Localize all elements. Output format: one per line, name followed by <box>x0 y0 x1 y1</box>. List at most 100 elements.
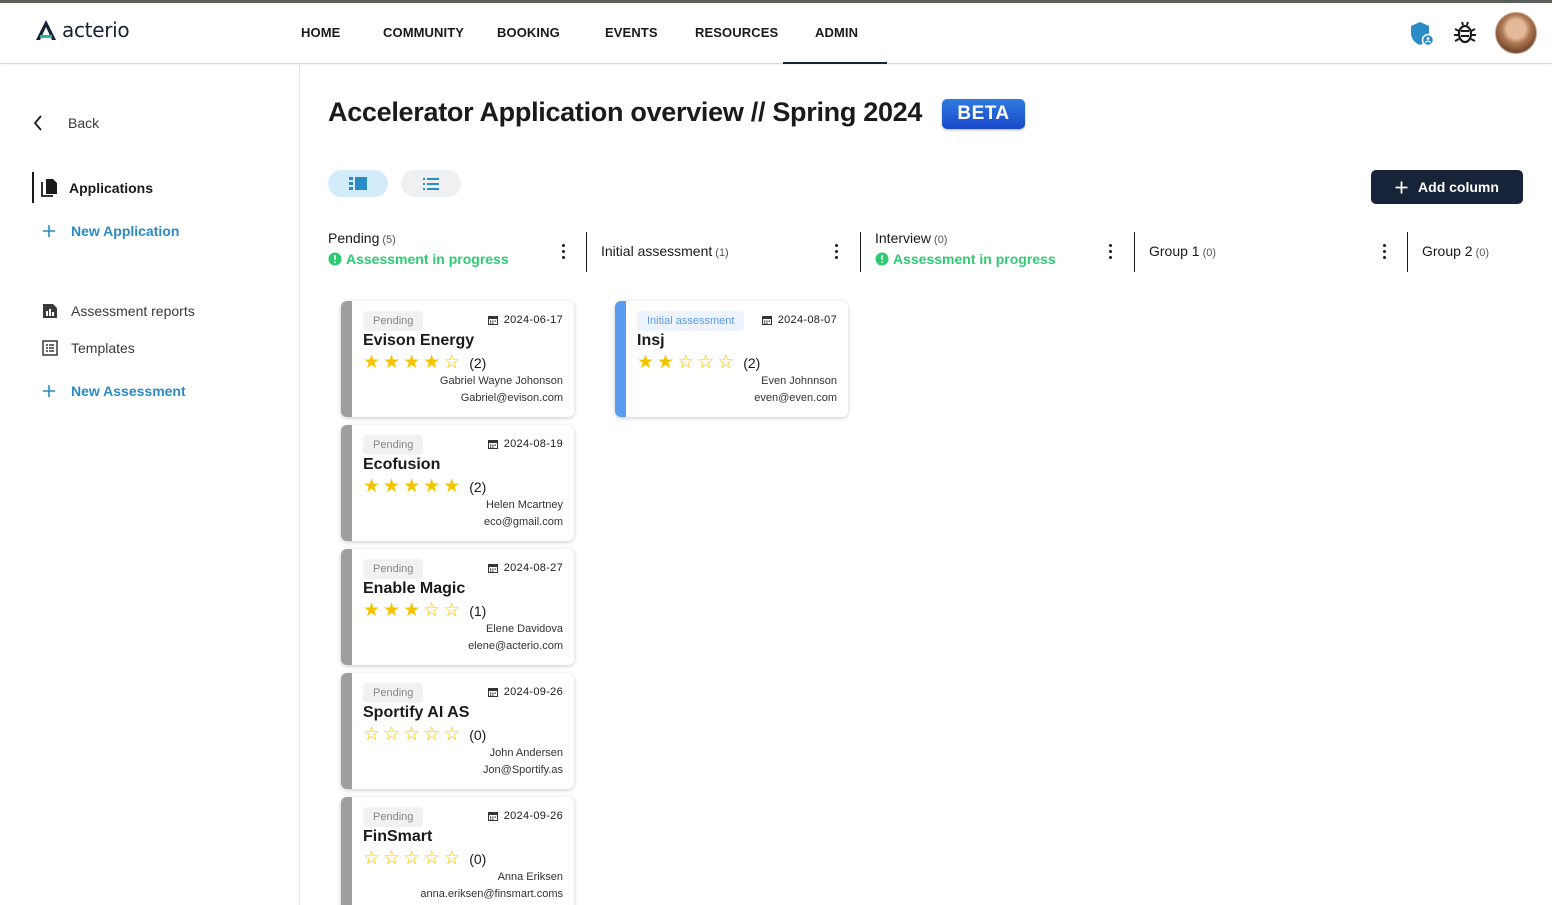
calendar-icon <box>487 564 498 573</box>
column-count: (0) <box>934 234 948 246</box>
avatar[interactable] <box>1495 12 1537 54</box>
sidebar-item-label: Templates <box>71 340 135 356</box>
add-column-button[interactable]: Add column <box>1371 170 1523 204</box>
list-view-toggle[interactable] <box>401 170 461 197</box>
nav-admin[interactable]: ADMIN <box>815 25 858 40</box>
nav-events[interactable]: EVENTS <box>605 25 658 40</box>
column-menu-button[interactable] <box>1109 244 1113 260</box>
star-outline-icon: ☆ <box>383 847 401 869</box>
documents-icon <box>41 179 57 197</box>
application-card[interactable]: Pending 2024-08-19 Ecofusion ★ ★ ★ ★ ★ (2) He… <box>341 425 574 541</box>
star-filled-icon: ★ <box>443 475 461 497</box>
card-company-name: Ecofusion <box>363 456 441 473</box>
nav-booking[interactable]: BOOKING <box>497 25 560 40</box>
card-status-bar <box>341 549 352 665</box>
stage-chip: Pending <box>363 807 424 827</box>
card-company-name: Sportify AI AS <box>363 704 470 721</box>
nav-active-indicator <box>783 62 887 64</box>
sidebar-item-label: Assessment reports <box>71 303 195 319</box>
card-contact-email: Jon@Sportify.as <box>482 764 563 776</box>
card-contact-email: anna.eriksen@finsmart.coms <box>420 888 563 900</box>
sidebar-active-indicator <box>32 172 34 203</box>
application-card[interactable]: Pending 2024-08-27 Enable Magic ★ ★ ★ ☆ ☆ (1)… <box>341 549 574 665</box>
star-filled-icon: ★ <box>383 599 401 621</box>
star-outline-icon: ☆ <box>443 723 461 745</box>
card-review-count: (2) <box>469 478 487 495</box>
card-contact-name: Gabriel Wayne Johonson <box>439 375 563 387</box>
calendar-icon <box>487 812 498 821</box>
card-company-name: Evison Energy <box>363 332 475 349</box>
column-divider <box>586 232 587 272</box>
column-header-initial-assessment[interactable]: Initial assessment (1) <box>601 243 729 285</box>
card-company-name: FinSmart <box>363 828 433 845</box>
brand-logo[interactable]: acterio <box>34 18 130 42</box>
stage-chip: Initial assessment <box>637 311 745 331</box>
star-outline-icon: ☆ <box>423 599 441 621</box>
star-filled-icon: ★ <box>363 475 381 497</box>
star-outline-icon: ☆ <box>697 351 715 373</box>
calendar-icon <box>487 316 498 325</box>
star-filled-icon: ★ <box>423 475 441 497</box>
star-outline-icon: ☆ <box>423 723 441 745</box>
card-contact-email: Gabriel@evison.com <box>460 392 563 404</box>
stage-chip: Pending <box>363 311 424 331</box>
plus-icon <box>1395 181 1408 193</box>
plus-icon <box>43 225 55 237</box>
new-assessment-label: New Assessment <box>71 383 186 399</box>
sidebar-item-templates[interactable]: Templates <box>42 340 135 356</box>
kanban-view-toggle[interactable] <box>328 170 388 197</box>
shield-icon[interactable] <box>1409 20 1435 48</box>
card-date: 2024-08-07 <box>761 314 837 326</box>
application-card[interactable]: Pending 2024-09-26 FinSmart ☆ ☆ ☆ ☆ ☆ (0) Ann… <box>341 797 574 905</box>
column-status: Assessment in progress <box>328 251 509 267</box>
star-filled-icon: ★ <box>637 351 655 373</box>
card-date: 2024-06-17 <box>487 314 563 326</box>
column-count: (1) <box>715 247 729 259</box>
card-date: 2024-09-26 <box>487 686 563 698</box>
star-filled-icon: ★ <box>363 599 381 621</box>
column-header-interview[interactable]: Interview (0) Assessment in progress <box>875 230 1056 272</box>
star-filled-icon: ★ <box>383 351 401 373</box>
column-header-group-1[interactable]: Group 1 (0) <box>1149 243 1216 285</box>
card-status-bar <box>341 301 352 417</box>
card-date-text: 2024-09-26 <box>503 810 563 822</box>
star-outline-icon: ☆ <box>403 847 421 869</box>
card-contact-name: Anna Eriksen <box>497 871 563 883</box>
sidebar-item-label: Applications <box>69 180 154 196</box>
card-status-bar <box>615 301 626 417</box>
list-view-icon <box>423 177 439 190</box>
application-card[interactable]: Initial assessment 2024-08-07 Insj ★ ★ ☆ ☆ ☆… <box>615 301 848 417</box>
sidebar-item-assessment-reports[interactable]: Assessment reports <box>42 303 195 319</box>
column-menu-button[interactable] <box>835 244 839 260</box>
card-status-bar <box>341 673 352 789</box>
new-application-link[interactable]: New Application <box>42 223 179 239</box>
column-divider <box>1134 232 1135 272</box>
card-review-count: (1) <box>469 602 487 619</box>
nav-resources[interactable]: RESOURCES <box>695 25 778 40</box>
column-menu-button[interactable] <box>562 244 566 260</box>
card-contact-name: John Andersen <box>489 747 563 759</box>
card-rating: ★ ★ ★ ★ ★ (2) <box>363 477 486 496</box>
column-status-label: Assessment in progress <box>893 251 1056 267</box>
back-button[interactable]: Back <box>32 114 99 132</box>
column-menu-button[interactable] <box>1383 244 1387 260</box>
star-outline-icon: ☆ <box>363 723 381 745</box>
card-status-bar <box>341 425 352 541</box>
report-icon <box>43 304 57 318</box>
sidebar-item-applications[interactable]: Applications <box>41 178 153 198</box>
nav-community[interactable]: COMMUNITY <box>383 25 464 40</box>
bug-icon[interactable] <box>1453 20 1477 46</box>
star-outline-icon: ☆ <box>677 351 695 373</box>
new-assessment-link[interactable]: New Assessment <box>42 383 186 399</box>
application-card[interactable]: Pending 2024-06-17 Evison Energy ★ ★ ★ ★ ☆ (2… <box>341 301 574 417</box>
nav-home[interactable]: HOME <box>301 25 340 40</box>
card-status-bar <box>341 797 352 905</box>
card-rating: ★ ★ ★ ☆ ☆ (1) <box>363 601 486 620</box>
card-date-text: 2024-06-17 <box>503 314 563 326</box>
column-header-group-2[interactable]: Group 2 (0) <box>1422 243 1489 285</box>
column-status-label: Assessment in progress <box>346 251 509 267</box>
column-header-pending[interactable]: Pending (5) Assessment in progress <box>328 230 509 272</box>
card-date-text: 2024-08-27 <box>503 562 563 574</box>
application-card[interactable]: Pending 2024-09-26 Sportify AI AS ☆ ☆ ☆ ☆ ☆(… <box>341 673 574 789</box>
acterio-logo-icon <box>36 20 56 40</box>
